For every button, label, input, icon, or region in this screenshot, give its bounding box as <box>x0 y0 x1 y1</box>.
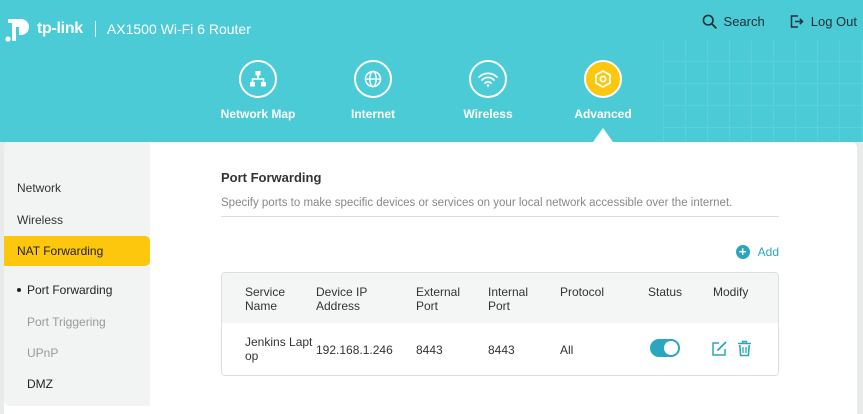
search-button[interactable]: Search <box>702 14 765 29</box>
sidebar-item-upnp[interactable]: UPnP <box>4 338 150 368</box>
edit-button[interactable] <box>711 341 728 362</box>
sidebar-item-label: NAT Forwarding <box>17 244 104 258</box>
nav-advanced-label: Advanced <box>574 107 632 121</box>
cell-device-ip: 192.168.1.246 <box>316 343 393 357</box>
nav-wireless[interactable]: Wireless <box>433 60 543 121</box>
sidebar-item-wireless[interactable]: Wireless <box>4 205 150 235</box>
top-header: tp-link AX1500 Wi-Fi 6 Router Search Log… <box>0 0 863 142</box>
table-header: Service Name Device IP Address External … <box>222 273 778 323</box>
header-protocol: Protocol <box>560 285 605 299</box>
edit-icon <box>712 341 727 356</box>
logout-icon <box>790 15 804 28</box>
current-bullet <box>17 288 21 292</box>
sidebar: Network Wireless NAT Forwarding Port For… <box>4 142 150 406</box>
sidebar-item-dmz[interactable]: DMZ <box>4 369 150 399</box>
nav-wireless-circle <box>469 60 507 98</box>
sidebar-item-port-forwarding[interactable]: Port Forwarding <box>4 275 150 305</box>
nav-advanced-circle <box>584 60 622 98</box>
nav-active-caret <box>593 128 613 142</box>
sidebar-item-label: Wireless <box>17 213 64 227</box>
page-description: Specify ports to make specific devices o… <box>221 197 779 217</box>
tplink-logo-icon <box>5 19 29 42</box>
top-actions: Search Log Out <box>678 14 857 29</box>
brand-logo-text: tp-link <box>37 20 83 37</box>
header-external-port: External Port <box>416 285 461 313</box>
trash-icon <box>738 340 751 357</box>
delete-button[interactable] <box>737 340 752 362</box>
sidebar-item-port-triggering[interactable]: Port Triggering <box>4 307 150 337</box>
header-device-ip: Device IP Address <box>316 285 368 313</box>
wifi-icon <box>478 72 498 87</box>
sidebar-item-nat-forwarding[interactable]: NAT Forwarding <box>4 236 150 266</box>
nav-network-map-label: Network Map <box>220 107 296 121</box>
logout-label: Log Out <box>810 14 857 29</box>
nav-internet-label: Internet <box>350 107 395 121</box>
nav-internet-circle <box>354 60 392 98</box>
sidebar-item-label: Port Forwarding <box>27 283 113 297</box>
status-toggle[interactable] <box>650 339 680 357</box>
sidebar-item-network[interactable]: Network <box>4 173 150 203</box>
nav-wireless-label: Wireless <box>463 107 513 121</box>
globe-icon <box>364 70 382 88</box>
page-title: Port Forwarding <box>221 170 322 185</box>
search-label: Search <box>723 14 765 29</box>
sidebar-item-label: DMZ <box>27 377 53 391</box>
router-model: AX1500 Wi-Fi 6 Router <box>106 21 251 37</box>
cell-external-port: 8443 <box>416 343 443 357</box>
add-button[interactable]: + Add <box>735 245 779 259</box>
sidebar-item-label: UPnP <box>27 346 59 360</box>
nav-network-map[interactable]: Network Map <box>203 60 313 121</box>
network-map-icon <box>250 71 266 87</box>
toggle-knob <box>664 341 678 355</box>
brand-divider <box>94 21 96 37</box>
main-nav: Network Map Internet Wireless Advanced <box>0 60 863 142</box>
nav-internet[interactable]: Internet <box>318 60 428 121</box>
brand: tp-link AX1500 Wi-Fi 6 Router <box>4 14 251 44</box>
nav-network-map-circle <box>239 60 277 98</box>
logout-button[interactable]: Log Out <box>789 14 857 29</box>
cell-service-name: Jenkins Laptop <box>245 335 313 363</box>
header-modify: Modify <box>713 285 749 299</box>
port-forwarding-table: Service Name Device IP Address External … <box>221 272 779 376</box>
cell-protocol: All <box>560 343 574 357</box>
advanced-gear-icon <box>595 69 611 89</box>
nav-advanced[interactable]: Advanced <box>548 60 658 121</box>
header-service-name: Service Name <box>245 285 286 313</box>
sidebar-item-label: Port Triggering <box>27 315 106 329</box>
cell-internal-port: 8443 <box>488 343 515 357</box>
add-icon: + <box>735 245 750 259</box>
table-row: Jenkins Laptop 192.168.1.246 8443 8443 A… <box>222 323 778 375</box>
header-status: Status <box>648 285 683 299</box>
add-label: Add <box>757 245 779 259</box>
header-internal-port: Internal Port <box>488 285 529 313</box>
sidebar-item-label: Network <box>17 181 62 195</box>
search-icon <box>702 14 717 29</box>
